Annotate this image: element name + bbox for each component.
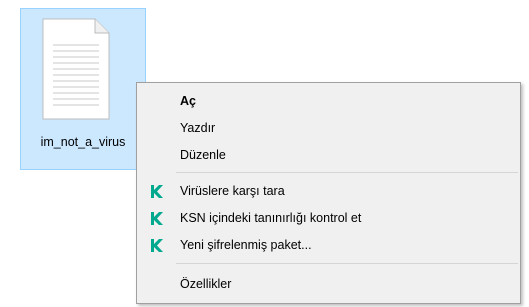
context-menu: Aç Yazdır Düzenle Virüslere karşı tara K…: [136, 82, 521, 304]
kaspersky-k-icon: [151, 239, 163, 252]
menu-item-properties[interactable]: Özellikler: [137, 274, 520, 296]
menu-item-open[interactable]: Aç: [137, 91, 520, 113]
desktop-file-im-not-a-virus[interactable]: im_not_a_virus: [20, 8, 146, 170]
menu-separator: [176, 172, 518, 173]
menu-item-label: Özellikler: [180, 277, 232, 291]
menu-item-label: Virüslere karşı tara: [180, 184, 285, 198]
menu-item-label: Düzenle: [180, 148, 226, 162]
file-name-label: im_not_a_virus: [40, 135, 126, 149]
kaspersky-k-icon: [151, 185, 163, 198]
menu-item-new-encrypted-package[interactable]: Yeni şifrelenmiş paket...: [137, 235, 520, 257]
menu-item-label: Yeni şifrelenmiş paket...: [180, 238, 312, 252]
menu-item-edit[interactable]: Düzenle: [137, 145, 520, 167]
menu-item-check-ksn-reputation[interactable]: KSN içindeki tanınırlığı kontrol et: [137, 208, 520, 230]
text-document-icon: [42, 18, 110, 120]
menu-item-label: Yazdır: [180, 121, 216, 135]
kaspersky-k-icon: [151, 212, 163, 225]
menu-item-label: Aç: [180, 94, 196, 108]
menu-item-print[interactable]: Yazdır: [137, 118, 520, 140]
menu-item-label: KSN içindeki tanınırlığı kontrol et: [180, 211, 362, 225]
menu-item-scan-viruses[interactable]: Virüslere karşı tara: [137, 181, 520, 203]
menu-separator: [176, 263, 518, 264]
